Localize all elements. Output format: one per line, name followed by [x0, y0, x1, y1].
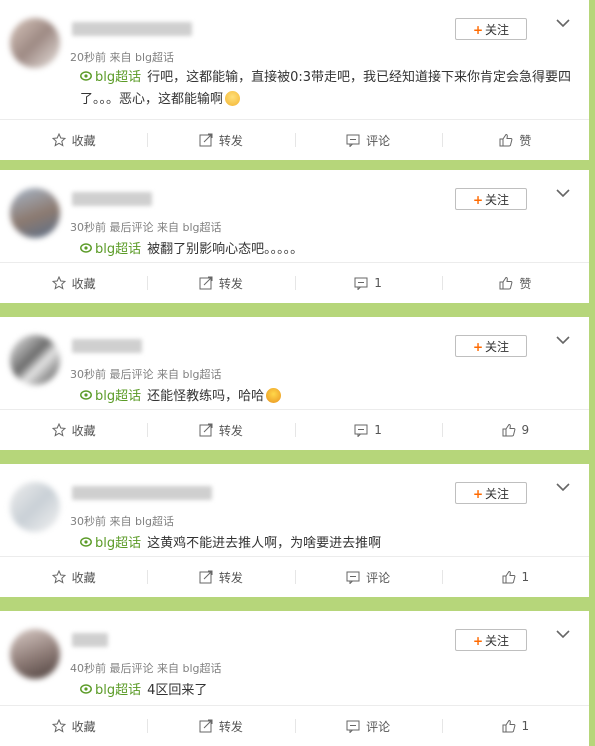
username-blurred[interactable]	[72, 633, 108, 647]
comment-button[interactable]: 评论	[294, 557, 442, 597]
repost-icon	[199, 719, 213, 733]
chevron-down-icon[interactable]	[556, 629, 570, 639]
post-content: blg超话 4区回来了	[80, 680, 580, 702]
collect-button[interactable]: 收藏	[0, 557, 147, 597]
comment-icon	[354, 424, 368, 437]
collect-button[interactable]: 收藏	[0, 706, 147, 746]
comment-icon	[346, 134, 360, 147]
collect-button[interactable]: 收藏	[0, 410, 147, 450]
post-meta: 30秒前 最后评论 来自 blg超话	[70, 368, 222, 381]
post-content: blg超话 行吧，这都能输，直接被0:3带走吧，我已经知道接下来你肯定会急得要四了…	[80, 67, 580, 111]
post-card: 40秒前 最后评论 来自 blg超话 blg超话 4区回来了 + 关注 收藏 转发 …	[0, 611, 589, 746]
comment-icon	[354, 277, 368, 290]
topic-icon	[80, 243, 92, 253]
action-bar: 收藏 转发 评论 1	[0, 705, 589, 746]
topic-link[interactable]: blg超话	[95, 242, 141, 257]
post-meta: 30秒前 来自 blg超话	[70, 515, 175, 528]
avatar[interactable]	[10, 18, 60, 68]
post-text: 4区回来了	[147, 683, 208, 698]
like-button[interactable]: 1	[441, 706, 589, 746]
comment-icon	[346, 571, 360, 584]
thumbs-up-icon	[502, 423, 515, 437]
thumbs-up-icon	[499, 276, 513, 290]
post-card: 30秒前 最后评论 来自 blg超话 blg超话 还能怪教练吗，哈哈 + 关注 收藏…	[0, 317, 589, 450]
repost-button[interactable]: 转发	[147, 557, 294, 597]
follow-button[interactable]: + 关注	[455, 335, 527, 357]
comment-icon	[346, 720, 360, 733]
star-icon	[51, 133, 66, 147]
follow-button[interactable]: + 关注	[455, 629, 527, 651]
collect-button[interactable]: 收藏	[0, 263, 147, 303]
thumbs-up-icon	[502, 719, 515, 733]
repost-button[interactable]: 转发	[147, 410, 294, 450]
username-blurred[interactable]	[72, 486, 212, 500]
action-bar: 收藏 转发 1 赞	[0, 262, 589, 303]
repost-icon	[199, 570, 213, 584]
post-text: 被翻了别影响心态吧。。。。。	[147, 242, 304, 257]
repost-button[interactable]: 转发	[147, 120, 294, 160]
avatar[interactable]	[10, 482, 60, 532]
follow-button[interactable]: + 关注	[455, 18, 527, 40]
star-icon	[51, 276, 66, 290]
chevron-down-icon[interactable]	[556, 18, 570, 28]
comment-button[interactable]: 评论	[294, 120, 442, 160]
laughing-emoji	[266, 388, 282, 403]
repost-icon	[199, 276, 213, 290]
thumbs-up-icon	[499, 133, 513, 147]
star-icon	[51, 719, 66, 733]
like-button[interactable]: 赞	[441, 263, 589, 303]
star-icon	[51, 423, 66, 437]
comment-button[interactable]: 1	[294, 410, 442, 450]
avatar[interactable]	[10, 629, 60, 679]
chevron-down-icon[interactable]	[556, 335, 570, 345]
repost-icon	[199, 423, 213, 437]
post-meta: 30秒前 最后评论 来自 blg超话	[70, 221, 222, 234]
like-button[interactable]: 9	[441, 410, 589, 450]
action-bar: 收藏 转发 评论 赞	[0, 119, 589, 160]
crying-emoji	[225, 91, 241, 106]
repost-button[interactable]: 转发	[147, 706, 294, 746]
comment-button[interactable]: 1	[294, 263, 442, 303]
topic-link[interactable]: blg超话	[95, 389, 141, 404]
action-bar: 收藏 转发 评论 1	[0, 556, 589, 597]
topic-link[interactable]: blg超话	[95, 683, 141, 698]
topic-link[interactable]: blg超话	[95, 536, 141, 551]
username-blurred[interactable]	[72, 339, 142, 353]
repost-icon	[199, 133, 213, 147]
post-content: blg超话 还能怪教练吗，哈哈	[80, 386, 580, 408]
like-button[interactable]: 赞	[441, 120, 589, 160]
topic-icon	[80, 390, 92, 400]
chevron-down-icon[interactable]	[556, 188, 570, 198]
follow-button[interactable]: + 关注	[455, 482, 527, 504]
follow-button[interactable]: + 关注	[455, 188, 527, 210]
topic-icon	[80, 684, 92, 694]
post-card: 30秒前 最后评论 来自 blg超话 blg超话 被翻了别影响心态吧。。。。。 +…	[0, 170, 589, 303]
star-icon	[51, 570, 66, 584]
avatar[interactable]	[10, 188, 60, 238]
comment-button[interactable]: 评论	[294, 706, 442, 746]
avatar[interactable]	[10, 335, 60, 385]
username-blurred[interactable]	[72, 22, 192, 36]
username-blurred[interactable]	[72, 192, 152, 206]
post-text: 行吧，这都能输，直接被0:3带走吧，我已经知道接下来你肯定会急得要四了。。。恶心…	[80, 70, 572, 107]
post-card: 30秒前 来自 blg超话 blg超话 这黄鸡不能进去推人啊，为啥要进去推啊 + 关…	[0, 464, 589, 597]
post-meta: 40秒前 最后评论 来自 blg超话	[70, 662, 222, 675]
post-content: blg超话 被翻了别影响心态吧。。。。。	[80, 239, 580, 261]
post-text: 还能怪教练吗，哈哈	[147, 389, 265, 404]
post-card: 20秒前 来自 blg超话 blg超话 行吧，这都能输，直接被0:3带走吧，我已经…	[0, 0, 589, 160]
post-content: blg超话 这黄鸡不能进去推人啊，为啥要进去推啊	[80, 533, 580, 555]
post-meta: 20秒前 来自 blg超话	[70, 51, 175, 64]
chevron-down-icon[interactable]	[556, 482, 570, 492]
post-text: 这黄鸡不能进去推人啊，为啥要进去推啊	[147, 536, 382, 551]
action-bar: 收藏 转发 1 9	[0, 409, 589, 450]
topic-icon	[80, 537, 92, 547]
collect-button[interactable]: 收藏	[0, 120, 147, 160]
topic-icon	[80, 71, 92, 81]
thumbs-up-icon	[502, 570, 515, 584]
like-button[interactable]: 1	[441, 557, 589, 597]
repost-button[interactable]: 转发	[147, 263, 294, 303]
topic-link[interactable]: blg超话	[95, 70, 141, 85]
